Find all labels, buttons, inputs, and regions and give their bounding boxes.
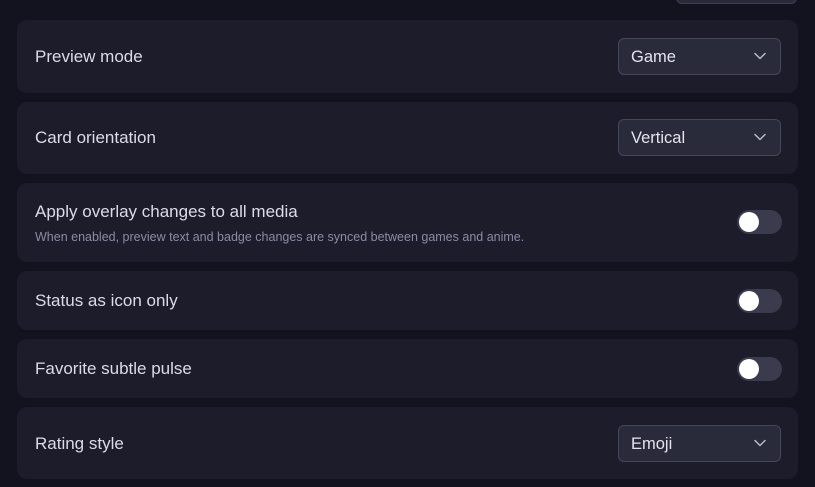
setting-card-favorite-pulse: Favorite subtle pulse <box>17 339 798 398</box>
chevron-down-icon <box>754 439 766 447</box>
apply-overlay-toggle[interactable] <box>737 210 782 234</box>
card-orientation-value: Vertical <box>631 129 686 147</box>
chevron-down-icon <box>754 133 766 141</box>
preview-mode-select[interactable]: Game <box>618 38 781 75</box>
rating-style-label: Rating style <box>35 434 124 453</box>
card-orientation-select[interactable]: Vertical <box>618 119 781 156</box>
setting-card-status-icon-only: Status as icon only <box>17 271 798 330</box>
chevron-down-icon <box>754 52 766 60</box>
setting-card-apply-overlay: Apply overlay changes to all media When … <box>17 183 798 262</box>
favorite-pulse-toggle[interactable] <box>737 357 782 381</box>
rating-style-select[interactable]: Emoji <box>618 425 781 462</box>
card-orientation-label: Card orientation <box>35 128 156 147</box>
toggle-knob <box>739 359 759 379</box>
apply-overlay-label: Apply overlay changes to all media <box>35 202 298 221</box>
settings-page: Preview mode Game Card orientation Verti… <box>0 0 815 487</box>
partial-select-above[interactable] <box>676 0 797 4</box>
status-icon-only-toggle[interactable] <box>737 289 782 313</box>
status-icon-only-label: Status as icon only <box>35 291 178 310</box>
toggle-knob <box>739 291 759 311</box>
apply-overlay-description: When enabled, preview text and badge cha… <box>35 230 525 244</box>
toggle-knob <box>739 212 759 232</box>
setting-card-rating-style: Rating style Emoji <box>17 407 798 479</box>
preview-mode-label: Preview mode <box>35 47 143 66</box>
rating-style-value: Emoji <box>631 435 673 453</box>
favorite-pulse-label: Favorite subtle pulse <box>35 359 192 378</box>
setting-card-preview-mode: Preview mode Game <box>17 20 798 93</box>
setting-card-card-orientation: Card orientation Vertical <box>17 102 798 174</box>
preview-mode-value: Game <box>631 48 676 66</box>
